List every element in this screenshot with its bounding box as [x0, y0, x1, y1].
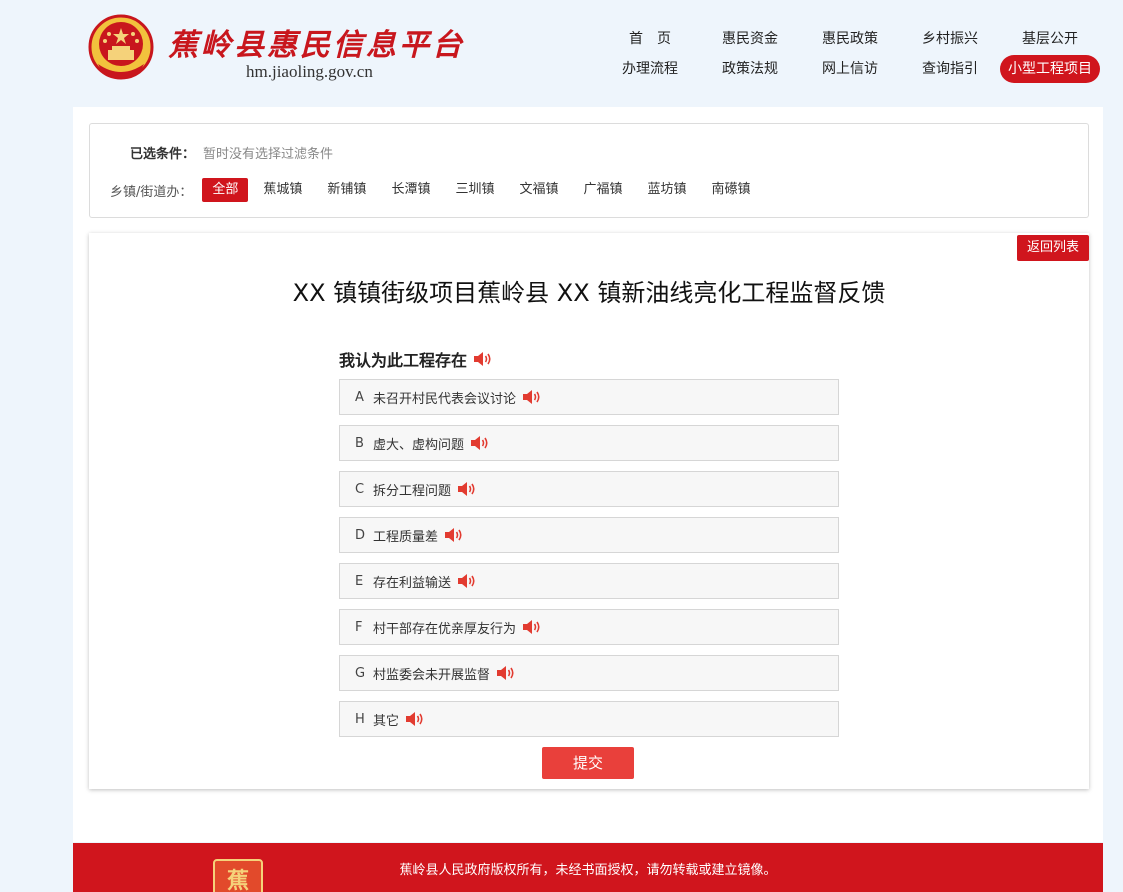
option-letter: G	[355, 665, 366, 681]
site-footer: 蕉 蕉岭县人民政府版权所有，未经书面授权，请勿转载或建立镜像。	[73, 843, 1103, 892]
submit-button[interactable]: 提交	[542, 747, 634, 779]
option-h[interactable]: H 其它	[339, 701, 839, 737]
nav-online-petition[interactable]: 网上信访	[800, 55, 900, 83]
nav-rural-revitalization[interactable]: 乡村振兴	[900, 25, 1000, 53]
nav-small-projects[interactable]: 小型工程项目	[1000, 55, 1100, 83]
option-text: 其它	[373, 713, 400, 729]
option-letter: H	[355, 711, 365, 727]
option-text: 村干部存在优亲厚友行为	[373, 621, 517, 637]
nav-regulations[interactable]: 政策法规	[700, 55, 800, 83]
town-filter: 乡镇/街道办： 全部 蕉城镇 新铺镇 长潭镇 三圳镇 文福镇 广福镇 蓝坊镇 南…	[110, 178, 766, 202]
nav-procedure[interactable]: 办理流程	[600, 55, 700, 83]
town-changtan[interactable]: 长潭镇	[381, 178, 440, 202]
option-c[interactable]: C 拆分工程问题	[339, 471, 839, 507]
nav-benefit-policy[interactable]: 惠民政策	[800, 25, 900, 53]
selected-conditions-value: 暂时没有选择过滤条件	[203, 147, 334, 162]
town-nancha[interactable]: 南礤镇	[702, 178, 761, 202]
selected-conditions: 已选条件： 暂时没有选择过滤条件	[130, 143, 333, 162]
option-text: 拆分工程问题	[373, 483, 452, 499]
selected-conditions-label: 已选条件：	[130, 147, 196, 162]
speaker-icon[interactable]	[470, 436, 490, 450]
filter-box: 已选条件： 暂时没有选择过滤条件 乡镇/街道办： 全部 蕉城镇 新铺镇 长潭镇 三…	[89, 123, 1089, 218]
option-g[interactable]: G 村监委会未开展监督	[339, 655, 839, 691]
option-f[interactable]: F 村干部存在优亲厚友行为	[339, 609, 839, 645]
town-sanzhen[interactable]: 三圳镇	[445, 178, 504, 202]
option-text: 村监委会未开展监督	[373, 667, 491, 683]
option-e[interactable]: E 存在利益输送	[339, 563, 839, 599]
option-list: A 未召开村民代表会议讨论 B 虚大、虚构问题 C 拆分工程问题 D 工程质量差…	[339, 379, 839, 747]
option-d[interactable]: D 工程质量差	[339, 517, 839, 553]
speaker-icon[interactable]	[444, 528, 464, 542]
speaker-icon[interactable]	[457, 574, 477, 588]
town-lanfang[interactable]: 蓝坊镇	[638, 178, 697, 202]
option-letter: C	[355, 481, 365, 497]
town-guangfu[interactable]: 广福镇	[573, 178, 632, 202]
nav-benefit-funds[interactable]: 惠民资金	[700, 25, 800, 53]
feedback-panel: 返回列表 XX 镇镇街级项目蕉岭县 XX 镇新油线亮化工程监督反馈 我认为此工程…	[89, 233, 1089, 789]
project-title: XX 镇镇街级项目蕉岭县 XX 镇新油线亮化工程监督反馈	[292, 279, 886, 307]
option-text: 未召开村民代表会议讨论	[373, 391, 517, 407]
option-letter: E	[355, 573, 364, 589]
option-letter: A	[355, 389, 364, 405]
speaker-icon[interactable]	[522, 620, 542, 634]
site-title: 蕉岭县惠民信息平台	[168, 28, 465, 63]
option-text: 存在利益输送	[373, 575, 452, 591]
option-text: 工程质量差	[373, 529, 439, 545]
town-jiaocheng[interactable]: 蕉城镇	[253, 178, 312, 202]
speaker-icon[interactable]	[405, 712, 425, 726]
nav-grassroots-disclosure[interactable]: 基层公开	[1000, 25, 1100, 53]
nav-row-2: 办理流程 政策法规 网上信访 查询指引 小型工程项目	[600, 54, 1110, 84]
town-xinpu[interactable]: 新铺镇	[317, 178, 376, 202]
nav-home[interactable]: 首 页	[600, 25, 700, 53]
town-all[interactable]: 全部	[202, 178, 249, 202]
question-heading: 我认为此工程存在	[339, 347, 493, 371]
national-emblem-icon	[88, 14, 154, 80]
option-b[interactable]: B 虚大、虚构问题	[339, 425, 839, 461]
site-header: 蕉岭县惠民信息平台 hm.jiaoling.gov.cn 首 页 惠民资金 惠民…	[0, 0, 1123, 106]
site-domain: hm.jiaoling.gov.cn	[246, 62, 373, 81]
back-to-list-button[interactable]: 返回列表	[1016, 235, 1089, 261]
town-wenfu[interactable]: 文福镇	[509, 178, 568, 202]
question-text: 我认为此工程存在	[339, 351, 468, 370]
main-panel: 已选条件： 暂时没有选择过滤条件 乡镇/街道办： 全部 蕉城镇 新铺镇 长潭镇 三…	[73, 107, 1103, 842]
option-letter: D	[355, 527, 366, 543]
main-nav: 首 页 惠民资金 惠民政策 乡村振兴 基层公开 办理流程 政策法规 网上信访 查…	[600, 24, 1110, 84]
option-letter: F	[355, 619, 363, 635]
speaker-icon[interactable]	[473, 352, 493, 366]
town-filter-label: 乡镇/街道办：	[110, 184, 193, 200]
speaker-icon[interactable]	[522, 390, 542, 404]
option-a[interactable]: A 未召开村民代表会议讨论	[339, 379, 839, 415]
speaker-icon[interactable]	[457, 482, 477, 496]
copyright-text: 蕉岭县人民政府版权所有，未经书面授权，请勿转载或建立镜像。	[399, 863, 777, 878]
nav-query-guide[interactable]: 查询指引	[900, 55, 1000, 83]
option-text: 虚大、虚构问题	[373, 437, 465, 453]
speaker-icon[interactable]	[496, 666, 516, 680]
option-letter: B	[355, 435, 364, 451]
nav-row-1: 首 页 惠民资金 惠民政策 乡村振兴 基层公开	[600, 24, 1110, 54]
